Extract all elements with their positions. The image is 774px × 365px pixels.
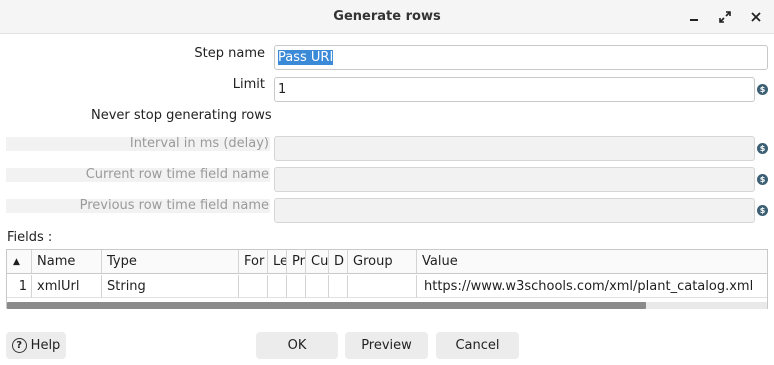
fields-table: ▲ Name Type For Le Pr Cu D Group Value 1… [6, 249, 768, 309]
previous-row-time-label: Previous row time field name [79, 198, 269, 213]
title-bar: Generate rows [0, 0, 774, 34]
cancel-button[interactable]: Cancel [436, 332, 519, 359]
variable-icon[interactable]: $ [757, 174, 768, 185]
limit-label: Limit [232, 77, 265, 92]
close-icon[interactable] [746, 7, 766, 27]
step-name-label: Step name [194, 46, 265, 61]
cell-type[interactable]: String [102, 275, 239, 298]
limit-input[interactable] [274, 77, 755, 102]
minimize-icon[interactable] [684, 7, 704, 27]
cell-value[interactable]: https://www.w3schools.com/xml/plant_cata… [417, 275, 767, 298]
help-icon: ? [11, 338, 27, 353]
window-title: Generate rows [333, 9, 441, 24]
cell-precision[interactable] [287, 275, 306, 298]
step-name-value: Pass URI [278, 50, 334, 65]
interval-label: Interval in ms (delay) [129, 136, 269, 151]
cell-format[interactable] [239, 275, 268, 298]
column-header-decimal[interactable]: D [329, 250, 348, 274]
preview-button[interactable]: Preview [345, 332, 428, 359]
column-header-currency[interactable]: Cu [306, 250, 329, 274]
column-header-format[interactable]: For [239, 250, 268, 274]
interval-input[interactable] [274, 136, 755, 161]
preview-button-label: Preview [361, 338, 412, 353]
horizontal-scrollbar[interactable] [7, 302, 767, 309]
row-number[interactable]: 1 [7, 275, 32, 298]
variable-icon[interactable]: $ [757, 84, 768, 95]
scrollbar-thumb[interactable] [7, 302, 646, 309]
column-header-group[interactable]: Group [348, 250, 417, 274]
column-header-name[interactable]: Name [32, 250, 102, 274]
column-header-type[interactable]: Type [102, 250, 239, 274]
variable-icon[interactable]: $ [757, 143, 768, 154]
fields-label: Fields : [7, 230, 53, 245]
help-button[interactable]: ? Help [6, 332, 66, 359]
step-name-input[interactable]: Pass URI [274, 45, 768, 70]
cancel-button-label: Cancel [455, 338, 500, 353]
cell-decimal[interactable] [329, 275, 348, 298]
column-header-value[interactable]: Value [417, 250, 767, 274]
ok-button-label: OK [287, 338, 307, 353]
ok-button[interactable]: OK [256, 332, 338, 359]
maximize-icon[interactable] [715, 7, 735, 27]
cell-length[interactable] [268, 275, 287, 298]
help-button-label: Help [30, 338, 61, 353]
previous-row-time-input[interactable] [274, 198, 755, 223]
current-row-time-label: Current row time field name [85, 167, 269, 182]
never-stop-label[interactable]: Never stop generating rows [91, 108, 272, 123]
cell-name[interactable]: xmlUrl [32, 275, 102, 298]
cell-currency[interactable] [306, 275, 329, 298]
cell-group[interactable] [348, 275, 417, 298]
column-header-length[interactable]: Le [268, 250, 287, 274]
current-row-time-input[interactable] [274, 167, 755, 192]
variable-icon[interactable]: $ [757, 205, 768, 216]
sort-indicator[interactable]: ▲ [7, 250, 32, 274]
column-header-precision[interactable]: Pr [287, 250, 306, 274]
